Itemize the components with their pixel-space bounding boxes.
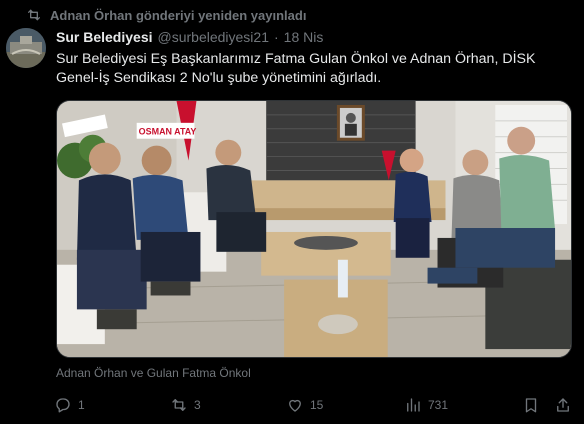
views-icon: [407, 398, 420, 412]
reply-button[interactable]: 1: [54, 394, 85, 416]
repost-indicator[interactable]: Adnan Örhan gönderiyi yeniden yayınladı: [26, 6, 306, 24]
photo-sign-text: OSMAN ATAY: [139, 127, 197, 137]
author-name[interactable]: Sur Belediyesi: [56, 29, 153, 45]
author-handle[interactable]: @surbelediyesi21: [158, 29, 270, 45]
image-caption: Adnan Örhan ve Gulan Fatma Önkol: [56, 366, 251, 380]
repost-count: 3: [194, 398, 201, 412]
bookmark-icon: [525, 398, 537, 413]
separator-dot: ·: [274, 29, 279, 45]
heart-icon: [289, 399, 301, 412]
like-count: 15: [310, 398, 324, 412]
repost-icon: [28, 9, 40, 21]
repost-text: Adnan Örhan gönderiyi yeniden yayınladı: [50, 7, 307, 23]
like-button[interactable]: 15: [286, 394, 323, 416]
tweet-photo[interactable]: OSMAN ATAY: [56, 100, 572, 358]
share-button[interactable]: [554, 394, 572, 416]
bookmark-button[interactable]: [522, 394, 540, 416]
avatar[interactable]: [6, 28, 46, 68]
repost-icon: [172, 399, 186, 411]
tweet-header: Sur Belediyesi @surbelediyesi21 · 18 Nis: [56, 29, 323, 45]
repost-button[interactable]: 3: [170, 394, 201, 416]
views-button[interactable]: 731: [404, 394, 448, 416]
reply-icon: [56, 398, 70, 413]
tweet-actions: 1 3 15 731: [54, 394, 574, 416]
views-count: 731: [428, 398, 449, 412]
tweet-text: Sur Belediyesi Eş Başkanlarımız Fatma Gu…: [56, 51, 536, 86]
share-icon: [557, 398, 569, 412]
reply-count: 1: [78, 398, 85, 412]
timestamp[interactable]: 18 Nis: [284, 29, 324, 45]
